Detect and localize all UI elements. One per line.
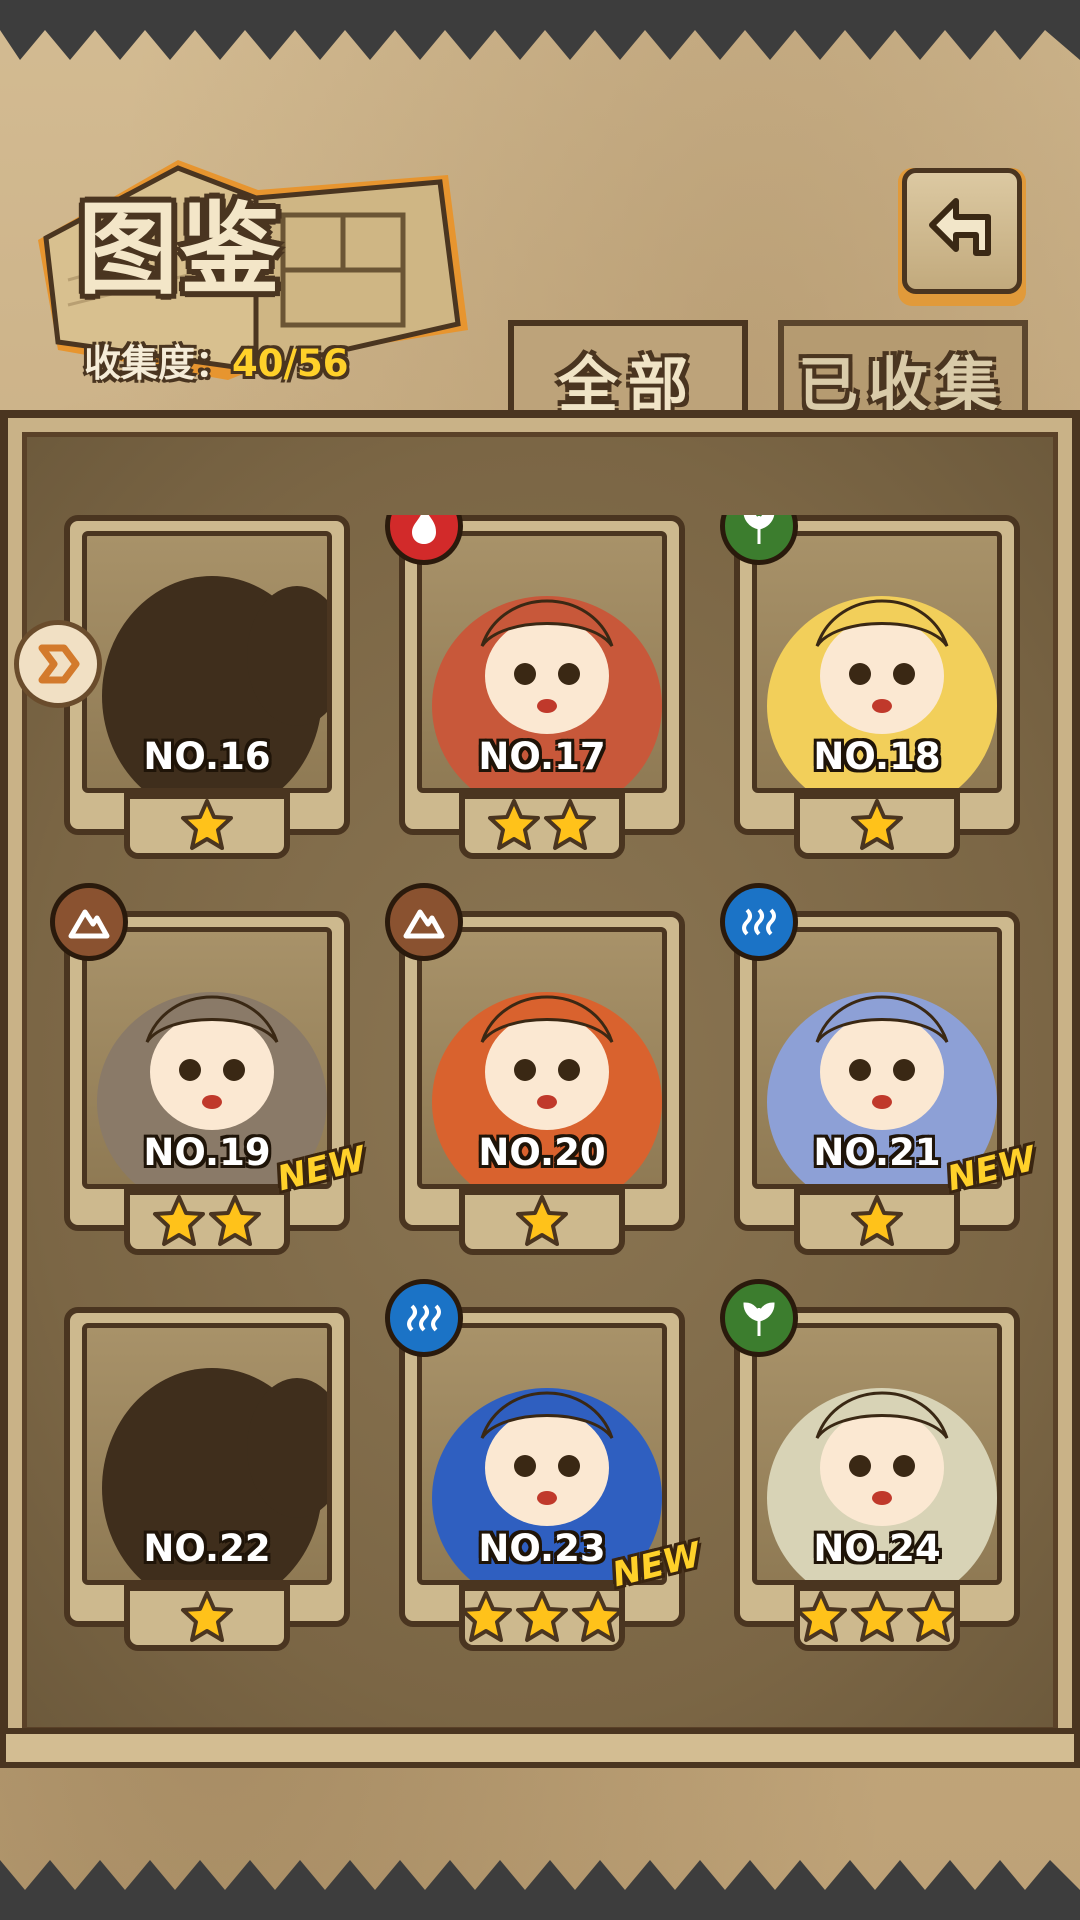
element-water-icon [720,883,798,961]
star-icon [460,1591,512,1642]
collection-label: 收集度： [84,342,232,385]
star-icon [488,799,540,850]
page-title: 图鉴 [78,190,282,308]
element-earth-icon [385,883,463,961]
return-arrow-icon [929,198,991,256]
top-zigzag-border [0,0,1080,60]
star-icon [181,799,233,850]
card-number: NO.17 [478,735,606,778]
monster-card[interactable]: NO.17 [385,515,685,859]
panel-bottom-bar [0,1728,1080,1768]
monster-card[interactable]: NO.22 [64,1307,350,1651]
star-rating [734,1193,1020,1255]
element-leaf-icon [720,1279,798,1357]
star-icon [181,1591,233,1642]
card-number: NO.18 [813,735,941,778]
monster-card[interactable]: NO.16 [64,515,350,859]
bottom-zigzag-border [0,1860,1080,1920]
star-icon [153,1195,205,1246]
star-icon [516,1195,568,1246]
star-icon [516,1591,568,1642]
star-rating [64,1193,350,1255]
collection-value: 40/56 [232,342,349,385]
monster-card[interactable]: NO.23 NEW [385,1279,705,1651]
back-button[interactable] [898,168,1026,306]
star-icon [209,1195,261,1246]
arrow-right-icon [38,644,80,684]
star-rating [64,797,350,859]
star-icon [544,799,596,850]
star-rating [64,1589,350,1651]
star-icon [572,1591,624,1642]
monster-card[interactable]: NO.24 [720,1279,1020,1651]
monster-card[interactable]: NO.18 [720,515,1020,859]
star-rating [734,797,1020,859]
card-number: NO.16 [143,735,271,778]
element-water-icon [385,1279,463,1357]
star-icon [851,799,903,850]
back-button-face [902,168,1022,294]
star-rating [399,797,685,859]
monster-card[interactable]: NO.21 NEW [720,883,1040,1255]
element-earth-icon [50,883,128,961]
monster-card[interactable]: NO.19 NEW [50,883,370,1255]
star-icon [851,1195,903,1246]
star-icon [795,1591,847,1642]
scroll-indicator-arrow[interactable] [14,620,102,708]
card-grid[interactable]: NO.16 NO.17 NO.18 NO.19 NEW NO.20 NO.21 NEW NO.2… [40,515,1040,1695]
card-number: NO.24 [813,1527,941,1570]
star-rating [734,1589,1020,1651]
star-rating [399,1589,685,1651]
monster-card[interactable]: NO.20 [385,883,685,1255]
card-number: NO.20 [478,1131,606,1174]
star-rating [399,1193,685,1255]
collection-progress: 收集度：40/56 [84,333,349,387]
star-icon [851,1591,903,1642]
card-number: NO.22 [143,1527,271,1570]
star-icon [907,1591,959,1642]
